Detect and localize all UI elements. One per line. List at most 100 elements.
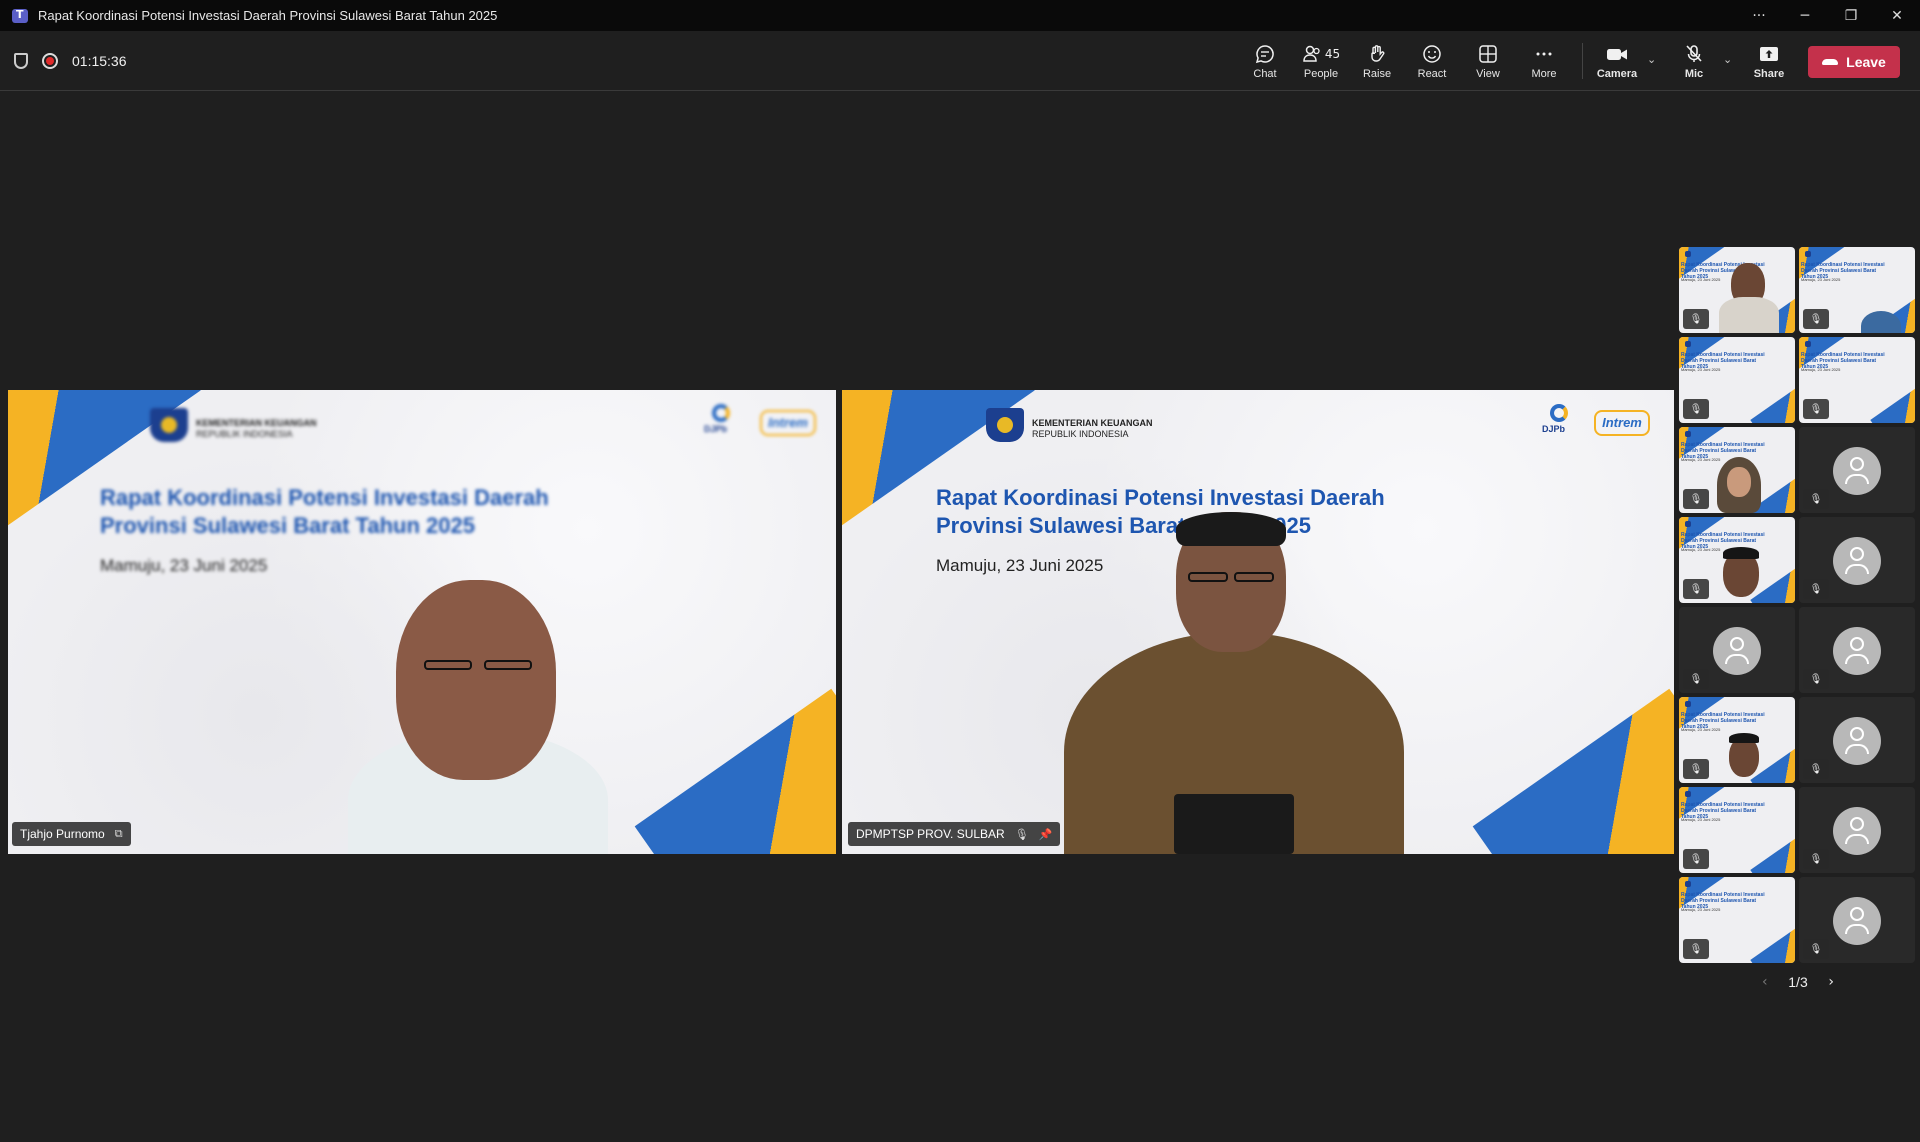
react-icon — [1422, 43, 1442, 65]
video-tile-dpmptsp-prov-sulbar[interactable]: KEMENTERIAN KEUANGAN REPUBLIK INDONESIA … — [842, 390, 1674, 854]
slide-corner-decoration — [1750, 924, 1795, 963]
djpb-logo-text: DJPb — [1542, 424, 1566, 434]
slide-corner-decoration — [1750, 834, 1795, 873]
toolbar-separator — [1582, 43, 1583, 79]
view-button[interactable]: View — [1471, 37, 1505, 85]
people-label: People — [1303, 67, 1339, 80]
raise-hand-button[interactable]: Raise — [1360, 37, 1394, 85]
mic-muted-icon: 🎙 — [1803, 489, 1829, 509]
gallery-tile[interactable]: Rapat Koordinasi Potensi Investasi Daera… — [1679, 697, 1795, 783]
window-title: Rapat Koordinasi Potensi Investasi Daera… — [38, 8, 498, 23]
participant-name-tag: Tjahjo Purnomo ⧉ — [12, 822, 131, 846]
close-window-button[interactable]: ✕ — [1874, 0, 1920, 31]
gallery-tile[interactable]: Rapat Koordinasi Potensi Investasi Daera… — [1679, 517, 1795, 603]
slide-title-line1: Rapat Koordinasi Potensi Investasi Daera… — [100, 485, 549, 510]
gallery-tile[interactable]: Rapat Koordinasi Potensi Investasi Daera… — [1799, 337, 1915, 423]
camera-icon — [1606, 43, 1628, 65]
mini-slide-date: Mamuju, 23 Juni 2025 — [1681, 457, 1721, 462]
person-glasses — [424, 660, 472, 670]
avatar-placeholder-icon — [1833, 627, 1881, 675]
gallery-tile[interactable]: 🎙 — [1799, 877, 1915, 963]
mic-muted-icon: 🎙 — [1803, 939, 1829, 959]
next-page-chevron-icon[interactable]: › — [1828, 974, 1834, 990]
mic-muted-icon: 🎙 — [1803, 759, 1829, 779]
meeting-toolbar: 01:15:36 Chat 45 People Raise React View — [0, 31, 1920, 91]
ministry-name: KEMENTERIAN KEUANGAN REPUBLIK INDONESIA — [196, 418, 317, 440]
previous-page-chevron-icon[interactable]: ‹ — [1762, 974, 1768, 990]
gallery-tile[interactable]: Rapat Koordinasi Potensi Investasi Daera… — [1679, 247, 1795, 333]
mic-muted-icon: 🎙 — [1803, 399, 1829, 419]
avatar-placeholder-icon — [1833, 717, 1881, 765]
person-glasses — [1234, 572, 1274, 582]
pin-icon[interactable]: 📌 — [1039, 828, 1053, 841]
window-more-button[interactable]: ··· — [1736, 0, 1782, 31]
mini-slide-date: Mamuju, 23 Juni 2025 — [1801, 367, 1841, 372]
view-icon — [1478, 43, 1498, 65]
raise-hand-icon — [1367, 43, 1387, 65]
participant-name: Tjahjo Purnomo — [20, 827, 105, 841]
gallery-tile[interactable]: 🎙 — [1799, 517, 1915, 603]
more-button[interactable]: More — [1527, 37, 1561, 85]
mic-label: Mic — [1684, 67, 1704, 80]
participant-hair — [1729, 733, 1759, 743]
ministry-sub-label: REPUBLIK INDONESIA — [1032, 429, 1129, 439]
djpb-logo-icon — [1550, 404, 1568, 422]
leave-label: Leave — [1846, 54, 1886, 70]
slide-title-line1: Rapat Koordinasi Potensi Investasi Daera… — [936, 485, 1385, 510]
mic-options-chevron-icon[interactable]: ⌄ — [1723, 53, 1732, 66]
mic-button[interactable]: Mic — [1677, 37, 1711, 85]
slide-corner-decoration — [1750, 384, 1795, 423]
camera-button[interactable]: Camera — [1595, 37, 1639, 85]
slide-date: Mamuju, 23 Juni 2025 — [100, 556, 268, 575]
shield-icon[interactable] — [14, 53, 28, 69]
gallery-tile[interactable]: Rapat Koordinasi Potensi Investasi Daera… — [1679, 337, 1795, 423]
mic-muted-icon: 🎙 — [1803, 579, 1829, 599]
gallery-tile[interactable]: 🎙 — [1799, 787, 1915, 873]
mic-muted-icon: 🎙 — [1803, 669, 1829, 689]
mic-muted-icon: 🎙 — [1683, 579, 1709, 599]
view-label: View — [1476, 67, 1500, 80]
gallery-tile[interactable]: 🎙 — [1679, 607, 1795, 693]
share-button[interactable]: Share — [1752, 37, 1786, 85]
ministry-emblem-icon — [1805, 341, 1811, 347]
ministry-emblem-icon — [986, 408, 1024, 442]
gallery-tile[interactable]: 🎙 — [1799, 607, 1915, 693]
intrem-logo: Intrem — [760, 410, 816, 436]
minimize-button[interactable]: ─ — [1782, 0, 1828, 31]
ministry-emblem-icon — [1685, 701, 1691, 707]
mini-slide-date: Mamuju, 23 Juni 2025 — [1681, 907, 1721, 912]
mic-muted-icon: 🎙 — [1683, 849, 1709, 869]
people-icon-group: 45 — [1302, 43, 1340, 65]
djpb-logo-icon — [712, 404, 730, 422]
gallery-tile[interactable]: Rapat Koordinasi Potensi Investasi Daera… — [1799, 247, 1915, 333]
restore-button[interactable]: ❐ — [1828, 0, 1874, 31]
leave-button[interactable]: Leave — [1808, 46, 1900, 78]
mic-muted-icon: 🎙 — [1803, 309, 1829, 329]
gallery-tile[interactable]: 🎙 — [1799, 697, 1915, 783]
page-indicator: 1/3 — [1788, 974, 1808, 990]
ministry-emblem-icon — [150, 408, 188, 442]
screen-share-indicator-icon: ⧉ — [114, 827, 123, 840]
mini-slide-date: Mamuju, 23 Juni 2025 — [1681, 727, 1721, 732]
chat-button[interactable]: Chat — [1248, 37, 1282, 85]
video-tile-tjahjo-purnomo[interactable]: KEMENTERIAN KEUANGAN REPUBLIK INDONESIA … — [8, 390, 836, 854]
gallery-tile[interactable]: Rapat Koordinasi Potensi Investasi Daera… — [1679, 877, 1795, 963]
hang-up-icon — [1822, 59, 1839, 65]
participant-name: DPMPTSP PROV. SULBAR — [856, 827, 1005, 841]
react-button[interactable]: React — [1415, 37, 1449, 85]
people-button[interactable]: 45 People — [1298, 37, 1344, 85]
camera-options-chevron-icon[interactable]: ⌄ — [1647, 53, 1656, 66]
window-controls: ··· ─ ❐ ✕ — [1736, 0, 1920, 31]
ministry-emblem-icon — [1685, 341, 1691, 347]
ministry-emblem-icon — [1685, 791, 1691, 797]
gallery-tile[interactable]: 🎙 — [1799, 427, 1915, 513]
participant-hijab — [1861, 311, 1901, 333]
ministry-emblem-icon — [1805, 251, 1811, 257]
participant-video-dpmptsp — [1064, 512, 1404, 854]
gallery-tile[interactable]: Rapat Koordinasi Potensi Investasi Daera… — [1679, 787, 1795, 873]
teams-app-icon — [12, 8, 28, 23]
gallery-tile[interactable]: Rapat Koordinasi Potensi Investasi Daera… — [1679, 427, 1795, 513]
ministry-emblem-icon — [1685, 251, 1691, 257]
person-glasses — [484, 660, 532, 670]
slide-corner-decoration — [1870, 384, 1915, 423]
